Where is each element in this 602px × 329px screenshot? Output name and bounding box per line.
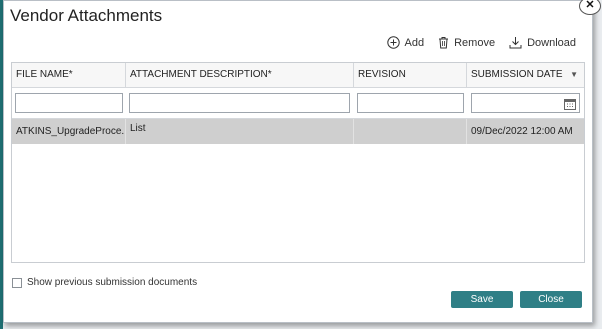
toolbar: Add Remove Download: [386, 36, 576, 49]
calendar-icon[interactable]: [564, 97, 576, 110]
description-cell: List: [126, 119, 354, 144]
file-name-filter-input[interactable]: [15, 93, 123, 113]
vendor-attachments-dialog: ✕ Vendor Attachments Add Remove Download…: [3, 0, 601, 323]
column-header-revision[interactable]: REVISION: [354, 63, 467, 87]
download-label: Download: [527, 36, 576, 49]
add-button[interactable]: Add: [386, 36, 425, 49]
column-header-attachment-description[interactable]: ATTACHMENT DESCRIPTION*: [126, 63, 354, 87]
add-label: Add: [404, 36, 425, 49]
trash-icon: [438, 36, 449, 49]
submission-date-cell: 09/Dec/2022 12:00 AM: [471, 126, 573, 137]
save-button[interactable]: Save: [451, 291, 513, 308]
revision-cell: [354, 119, 467, 144]
close-icon[interactable]: ✕: [579, 0, 601, 15]
filter-row: [12, 88, 584, 119]
download-button[interactable]: Download: [509, 36, 576, 49]
submission-date-header-label: SUBMISSION DATE: [471, 69, 563, 80]
close-button[interactable]: Close: [520, 291, 582, 308]
remove-button[interactable]: Remove: [438, 36, 495, 49]
grid-header: FILE NAME* ATTACHMENT DESCRIPTION* REVIS…: [12, 63, 584, 88]
revision-filter-input[interactable]: [357, 93, 464, 113]
add-icon: [386, 36, 400, 49]
file-name-cell: ATKINS_UpgradeProce...: [12, 119, 126, 144]
submission-date-filter-input[interactable]: [471, 93, 580, 113]
dialog-title: Vendor Attachments: [10, 6, 163, 25]
table-row[interactable]: ATKINS_UpgradeProce... List 09/Dec/2022 …: [12, 119, 584, 144]
show-previous-submissions-checkbox[interactable]: [12, 277, 22, 288]
download-icon: [509, 36, 522, 49]
column-header-file-name[interactable]: FILE NAME*: [12, 63, 126, 87]
sort-caret-icon[interactable]: ▼: [570, 63, 578, 87]
attachments-grid: FILE NAME* ATTACHMENT DESCRIPTION* REVIS…: [11, 62, 585, 263]
show-previous-submissions-option[interactable]: Show previous submission documents: [12, 277, 197, 288]
show-previous-submissions-label: Show previous submission documents: [27, 277, 198, 288]
column-header-submission-date[interactable]: SUBMISSION DATE ▼: [467, 63, 584, 87]
remove-label: Remove: [454, 36, 496, 49]
description-filter-input[interactable]: [129, 93, 350, 113]
